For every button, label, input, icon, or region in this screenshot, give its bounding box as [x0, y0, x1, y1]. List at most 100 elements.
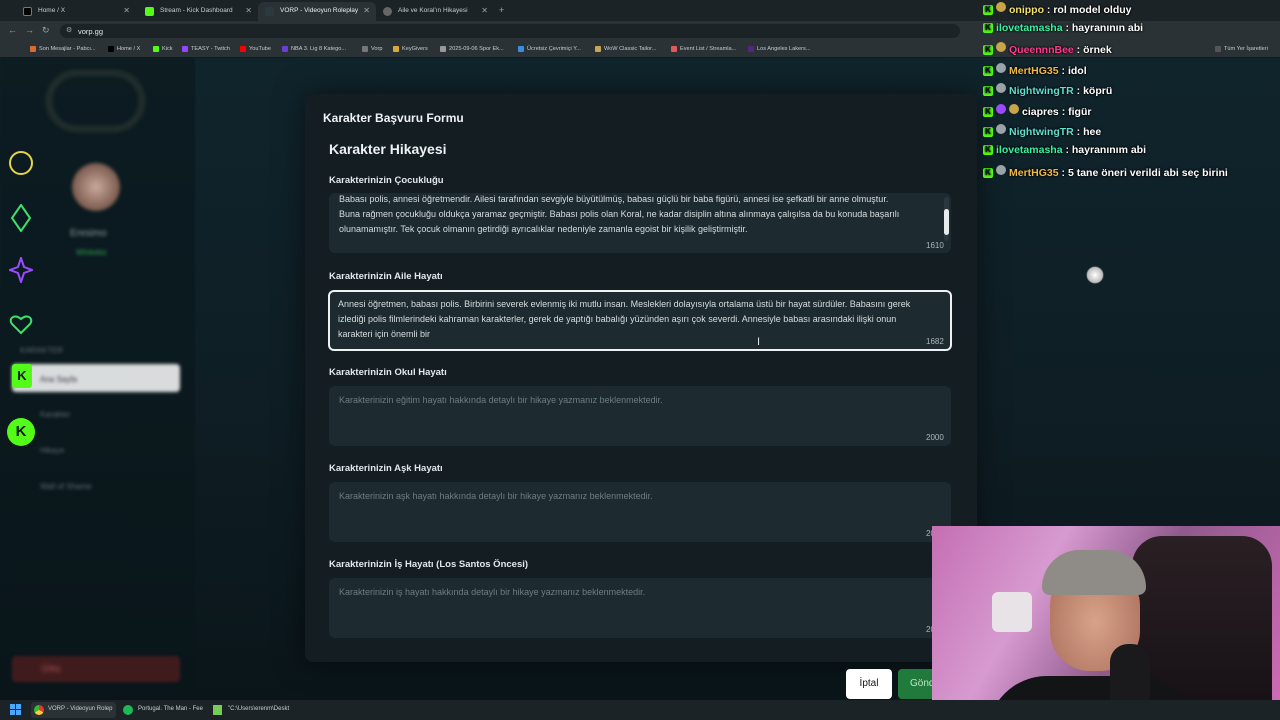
bookmark-item[interactable]: Ücretsiz Çevrimiçi Y... — [518, 46, 581, 52]
user-badge-icon — [996, 104, 1006, 114]
stream-chat-overlay: Konippo : rol model olduy Kilovetamasha … — [976, 0, 1280, 185]
user-badge-icon — [996, 124, 1006, 134]
school-life-label: Karakterinizin Okul Hayatı — [329, 367, 447, 378]
chat-message: Kilovetamasha : hayranınım abi — [976, 144, 1276, 164]
school-life-char-counter: 2000 — [926, 433, 944, 442]
streamer-hair — [1042, 550, 1146, 595]
taskbar-item-explorer[interactable]: "C:\Users\erenm\Deskt — [212, 702, 302, 718]
kick-badge-icon: K — [983, 127, 993, 137]
kick-logo-icon: K — [7, 418, 35, 446]
sidebar-item-home[interactable]: Ana Sayfa — [40, 375, 77, 384]
streamer-webcam — [932, 526, 1280, 720]
bookmark-item[interactable]: 2025-09-06 Spor Ek... — [440, 46, 504, 52]
url-input[interactable]: ⚙ vorp.gg — [60, 24, 960, 38]
tab-close-icon[interactable]: ✕ — [123, 6, 130, 15]
windows-start-icon[interactable] — [10, 704, 21, 715]
bookmark-item[interactable]: Los Angeles Lakers... — [748, 46, 811, 52]
cursor-highlight — [1086, 266, 1104, 284]
forward-icon[interactable]: → — [25, 25, 34, 35]
childhood-char-counter: 1610 — [926, 241, 944, 250]
sidebar-item-character[interactable]: Karakter — [40, 410, 70, 419]
globe-icon — [383, 7, 392, 16]
tab-close-icon[interactable]: ✕ — [245, 6, 252, 15]
tab-vorp[interactable]: VORP - Videoyun Roleplay ✕ — [258, 2, 376, 21]
love-life-textarea[interactable]: Karakterinizin aşk hayatı hakkında detay… — [329, 482, 951, 542]
sidebar-item-story[interactable]: Hikaye — [40, 446, 64, 455]
kick-badge-icon: K — [983, 5, 993, 15]
vorp-logo — [48, 72, 143, 130]
sidebar-item-active[interactable] — [12, 364, 180, 392]
sidebar-item-wall-of-shame[interactable]: Wall of Shame — [40, 482, 92, 491]
taskbar-item-browser[interactable]: VORP - Videoyun Rolep — [31, 702, 116, 718]
cancel-button[interactable]: İptal — [846, 669, 892, 699]
chat-message: Konippo : rol model olduy — [976, 2, 1276, 22]
spotify-icon — [123, 705, 133, 715]
kick-badge-icon: K — [983, 86, 993, 96]
chat-message: K NightwingTR : köprü — [976, 83, 1276, 103]
back-icon[interactable]: ← — [8, 25, 17, 35]
kick-badge-icon: K — [983, 107, 993, 117]
textarea-scrollbar[interactable] — [944, 197, 949, 241]
bookmark-item[interactable]: TEASY - Twitch — [182, 46, 230, 52]
bookmark-item[interactable]: Vorp — [362, 46, 383, 52]
tab-home-x[interactable]: Home / X ✕ — [16, 2, 136, 21]
childhood-label: Karakterinizin Çocukluğu — [329, 175, 444, 186]
bookmark-item[interactable]: Son Mesajlar - Pabcı... — [30, 46, 96, 52]
family-life-char-counter: 1682 — [926, 337, 944, 346]
chrome-icon — [34, 705, 44, 715]
modal-title: Karakter Başvuru Formu — [323, 111, 464, 125]
tab-close-icon[interactable]: ✕ — [481, 6, 488, 15]
reload-icon[interactable]: ↻ — [42, 25, 50, 36]
tab-close-icon[interactable]: ✕ — [363, 6, 370, 15]
diamond-overlay-icon — [9, 203, 33, 233]
bookmark-item[interactable]: YouTube — [240, 46, 271, 52]
tab-koral-story[interactable]: Aile ve Koral'ın Hikayesi ✕ — [376, 2, 494, 21]
childhood-textarea[interactable]: Babası polis, annesi öğretmendir. Ailesi… — [329, 193, 951, 253]
user-status: Whitelist — [76, 248, 107, 257]
sidebar-section-label: KARAKTER — [20, 346, 64, 355]
x-logo-icon — [23, 7, 32, 16]
text-cursor-icon: I — [757, 336, 761, 348]
work-life-textarea[interactable]: Karakterinizin iş hayatı hakkında detayl… — [329, 578, 951, 638]
kick-logo-icon: K — [12, 364, 32, 388]
kick-badge-icon: K — [983, 168, 993, 178]
user-badge-icon — [1009, 104, 1019, 114]
section-title: Karakter Hikayesi — [329, 141, 447, 157]
user-badge-icon — [996, 42, 1006, 52]
user-badge-icon — [996, 165, 1006, 175]
school-life-textarea[interactable]: Karakterinizin eğitim hayatı hakkında de… — [329, 386, 951, 446]
kick-badge-icon: K — [983, 23, 993, 33]
sparkle-overlay-icon — [7, 254, 35, 286]
site-info-icon[interactable]: ⚙ — [66, 26, 72, 34]
user-name: Eresimo — [70, 228, 107, 239]
kick-badge-icon: K — [983, 66, 993, 76]
bookmark-item[interactable]: Event List / Streamla... — [671, 46, 736, 52]
chat-message: K QueennnBee : örnek — [976, 42, 1276, 62]
chat-message: K MertHG35 : 5 tane öneri verildi abi seç… — [976, 165, 1276, 185]
vorp-logo-icon — [265, 7, 274, 16]
bookmark-item[interactable]: WoW Classic Tailor... — [595, 46, 656, 52]
bookmark-item[interactable]: Kick — [153, 46, 173, 52]
family-life-label: Karakterinizin Aile Hayatı — [329, 271, 443, 282]
bookmark-item[interactable]: Home / X — [108, 46, 140, 52]
user-badge-icon — [996, 63, 1006, 73]
work-life-label: Karakterinizin İş Hayatı (Los Santos Önc… — [329, 559, 529, 570]
file-icon — [213, 705, 222, 715]
chat-message: K MertHG35 : idol — [976, 63, 1276, 83]
taskbar-item-spotify[interactable]: Portugal. The Man - Fee — [122, 702, 207, 718]
family-life-textarea[interactable]: Annesi öğretmen, babası polis. Birbirini… — [328, 290, 952, 351]
scrollbar-thumb[interactable] — [944, 209, 949, 235]
bookmark-item[interactable]: KeyGivers — [393, 46, 428, 52]
new-tab-button[interactable]: + — [499, 5, 504, 15]
kick-badge-icon: K — [983, 45, 993, 55]
plush-toy — [992, 592, 1032, 632]
kick-badge-icon: K — [983, 145, 993, 155]
user-badge-icon — [996, 83, 1006, 93]
user-badge-icon — [996, 2, 1006, 12]
bookmark-item[interactable]: NBA 3. Lig 8 Katego... — [282, 46, 346, 52]
logout-button[interactable]: Çıkış — [12, 656, 180, 682]
circle-overlay-icon — [9, 151, 33, 175]
tab-kick-dashboard[interactable]: Stream - Kick Dashboard ✕ — [138, 2, 258, 21]
chat-message: Kilovetamasha : hayranının abi — [976, 22, 1276, 42]
avatar — [72, 163, 120, 211]
